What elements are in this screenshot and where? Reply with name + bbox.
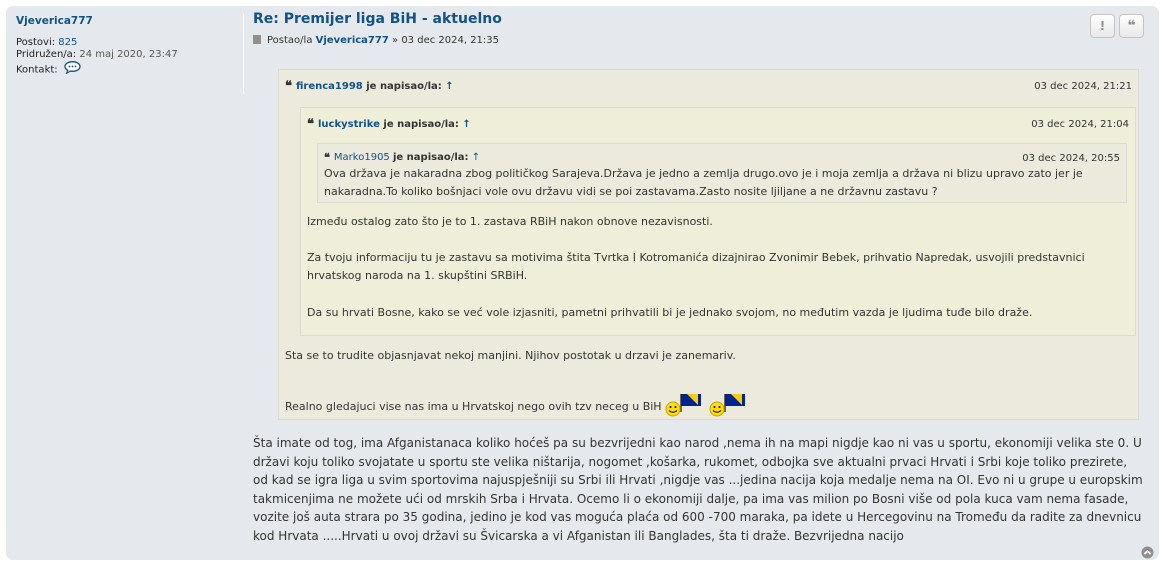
quote-firenca1998: ❝ firenca1998 je napisao/la: ↑ 03 dec 202…: [278, 69, 1139, 420]
quote-paragraph-text: Realno gledajuci vise nas ima u Hrvatsko…: [285, 400, 662, 413]
posted-by-label: Postao/la: [267, 35, 313, 46]
profile-joined: Pridružen/a: 24 maj 2020, 23:47: [16, 49, 243, 61]
quote-icon: ❝: [1127, 18, 1136, 34]
quote-header: ❝ firenca1998 je napisao/la: ↑: [285, 79, 454, 94]
post-author-link[interactable]: Vjeverica777: [316, 35, 389, 46]
profile-username[interactable]: Vjeverica777: [16, 15, 243, 27]
quote-date: 03 dec 2024, 20:55: [1022, 153, 1120, 164]
chat-bubble-icon[interactable]: [64, 61, 81, 78]
quote-text: Ova država je nakaradna zbog političkog …: [324, 167, 1083, 198]
quote-paragraph: Da su hrvati Bosne, kako se već vole izj…: [307, 306, 1033, 319]
smiley-flag-icon: [665, 392, 705, 418]
post-title[interactable]: Re: Premijer liga BiH - aktuelno: [253, 11, 502, 27]
post-profile: Vjeverica777 Postovi: 825 Pridružen/a: 2…: [16, 14, 244, 94]
quote-paragraph-with-smileys: Realno gledajuci vise nas ima u Hrvatsko…: [285, 392, 1125, 418]
quote-marko1905: ❝ Marko1905 je napisao/la: ↑ 03 dec 2024,…: [317, 143, 1127, 203]
post-date: 03 dec 2024, 21:35: [401, 35, 500, 46]
wrote-label: je napisao/la:: [366, 81, 442, 92]
posts-count[interactable]: 825: [58, 37, 77, 48]
quote-icon: ❝: [324, 151, 330, 164]
quote-author-link[interactable]: luckystrike: [318, 119, 380, 130]
post-author-line: Postao/la Vjeverica777 » 03 dec 2024, 21…: [253, 35, 499, 46]
quote-date: 03 dec 2024, 21:04: [1031, 119, 1129, 130]
joined-date: 24 maj 2020, 23:47: [79, 49, 178, 60]
quote-paragraph: Za tvoju informaciju tu je zastavu sa mo…: [307, 251, 1085, 282]
profile-posts: Postovi: 825: [16, 37, 243, 49]
post-body: Šta imate od tog, ima Afganistanaca koli…: [253, 436, 1143, 543]
back-to-top-icon[interactable]: [1141, 544, 1154, 563]
report-button[interactable]: !: [1090, 14, 1115, 38]
quote-date: 03 dec 2024, 21:21: [1034, 81, 1132, 92]
quote-jump-arrow[interactable]: ↑: [462, 119, 470, 130]
smiley-flag-icon: [709, 392, 749, 418]
post-separator: »: [392, 35, 399, 46]
quote-header: ❝ luckystrike je napisao/la: ↑: [307, 117, 471, 132]
quote-luckystrike: ❝ luckystrike je napisao/la: ↑ 03 dec 202…: [300, 107, 1136, 336]
quote-paragraph: Između ostalog zato što je to 1. zastava…: [307, 215, 713, 228]
quote-jump-arrow[interactable]: ↑: [472, 152, 480, 163]
profile-contact: Kontakt:: [16, 61, 243, 78]
quote-author-link[interactable]: Marko1905: [334, 152, 390, 163]
wrote-label: je napisao/la:: [383, 119, 459, 130]
quote-icon: ❝: [307, 117, 314, 132]
document-icon[interactable]: [253, 35, 261, 44]
joined-label: Pridružen/a:: [16, 49, 77, 60]
contact-label: Kontakt:: [16, 64, 58, 76]
quote-button[interactable]: ❝: [1119, 14, 1144, 38]
quote-paragraph: Sta se to trudite objasnjavat nekoj manj…: [285, 349, 736, 362]
quote-header: ❝ Marko1905 je napisao/la: ↑: [324, 151, 480, 164]
wrote-label: je napisao/la:: [392, 152, 469, 163]
quote-author-link[interactable]: firenca1998: [296, 81, 363, 92]
posts-label: Postovi:: [16, 37, 56, 48]
quote-icon: ❝: [285, 79, 292, 94]
quote-jump-arrow[interactable]: ↑: [445, 81, 453, 92]
report-icon: !: [1099, 19, 1106, 33]
post-container: Vjeverica777 Postovi: 825 Pridružen/a: 2…: [6, 6, 1159, 560]
